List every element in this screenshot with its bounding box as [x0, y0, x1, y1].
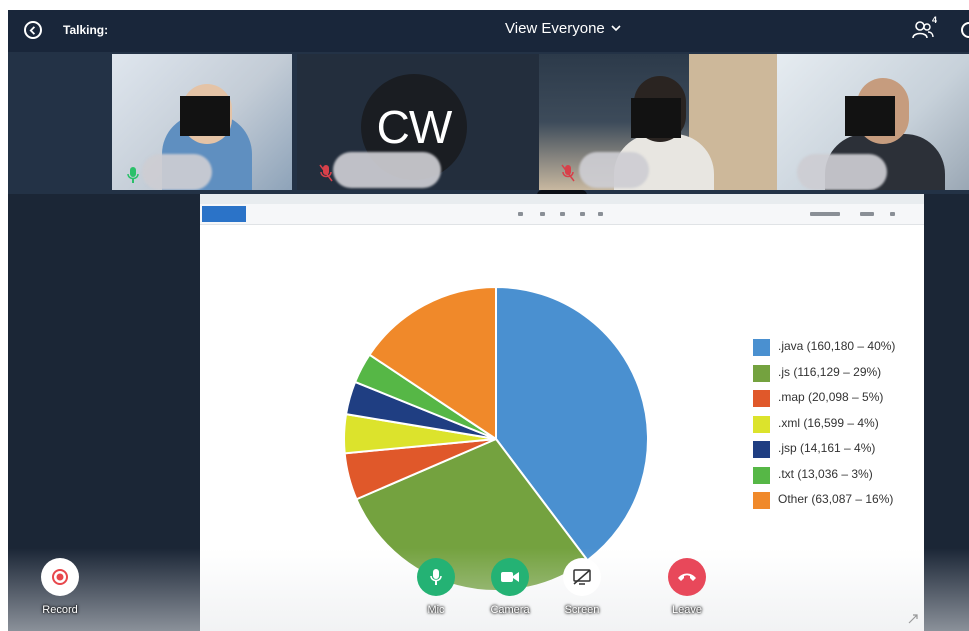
legend-item: .xml (16,599 – 4%)	[753, 415, 895, 442]
participant-name-redacted	[142, 154, 212, 190]
record-button[interactable]: Record	[25, 558, 95, 616]
legend-label: .txt (13,036 – 3%)	[778, 466, 873, 481]
legend-label: Other (63,087 – 16%)	[778, 492, 894, 506]
shared-window-button	[202, 206, 246, 222]
hang-up-icon	[678, 573, 696, 581]
legend-swatch	[753, 364, 770, 382]
leave-button[interactable]: Leave	[652, 558, 722, 616]
legend-label: .map (20,098 – 5%)	[778, 390, 884, 404]
camera-button[interactable]: Camera	[475, 558, 545, 616]
participant-tile-2[interactable]: CW	[297, 54, 539, 190]
participant-name-redacted	[579, 152, 649, 188]
shared-window-titlebar	[200, 194, 924, 204]
participant-name-redacted	[797, 154, 887, 190]
settings-icon[interactable]	[961, 22, 969, 38]
legend-label: .js (116,129 – 29%)	[778, 364, 882, 379]
view-everyone-dropdown[interactable]: View Everyone	[505, 20, 621, 37]
toolbar-icon	[860, 212, 874, 216]
toolbar-icon	[518, 212, 523, 216]
legend-item: .txt (13,036 – 3%)	[753, 466, 895, 493]
toolbar-icon	[598, 212, 603, 216]
legend-swatch	[753, 339, 770, 356]
toolbar-icon	[580, 212, 585, 216]
legend-swatch	[753, 441, 770, 458]
screen-share-button[interactable]: Screen	[547, 558, 617, 616]
legend-swatch	[753, 415, 770, 433]
legend-item: .js (116,129 – 29%)	[753, 364, 895, 391]
redaction-box	[180, 96, 230, 136]
legend-label: .jsp (14,161 – 4%)	[778, 441, 876, 455]
chevron-down-icon	[611, 25, 621, 32]
redaction-box	[631, 98, 681, 138]
legend-item: .jsp (14,161 – 4%)	[753, 441, 895, 467]
chart-legend: .java (160,180 – 40%) .js (116,129 – 29%)…	[753, 339, 895, 518]
redaction-box	[845, 96, 895, 136]
legend-item: .java (160,180 – 40%)	[753, 339, 895, 365]
record-icon	[52, 569, 68, 585]
legend-swatch	[753, 390, 770, 407]
screen-share-icon	[573, 569, 591, 585]
mic-button[interactable]: Mic	[401, 558, 471, 616]
participant-name-redacted	[333, 152, 441, 188]
leave-label: Leave	[672, 604, 702, 616]
view-everyone-label: View Everyone	[505, 20, 605, 37]
video-call-app: Talking: View Everyone 4 CW .java (160,1…	[8, 10, 969, 631]
legend-swatch	[753, 492, 770, 509]
mic-muted-icon	[319, 164, 333, 182]
record-label: Record	[42, 604, 78, 616]
legend-item: Other (63,087 – 16%)	[753, 492, 895, 518]
people-icon[interactable]	[912, 20, 934, 40]
screen-label: Screen	[564, 604, 600, 616]
participant-tile-1[interactable]	[112, 54, 292, 190]
mic-muted-icon	[561, 164, 575, 182]
participant-tile-4[interactable]	[777, 54, 969, 190]
legend-label: .xml (16,599 – 4%)	[778, 415, 879, 430]
legend-swatch	[753, 466, 770, 484]
camera-icon	[501, 572, 519, 582]
top-bar: Talking: View Everyone 4	[8, 10, 969, 52]
toolbar-icon	[890, 212, 895, 216]
talking-label: Talking:	[63, 23, 109, 37]
mic-on-icon	[127, 167, 139, 183]
participants-count: 4	[932, 15, 938, 25]
toolbar-icon	[560, 212, 565, 216]
info-circle-icon[interactable]	[24, 21, 42, 39]
legend-label: .java (160,180 – 40%)	[778, 339, 896, 353]
toolbar-icon	[540, 212, 545, 216]
legend-item: .map (20,098 – 5%)	[753, 390, 895, 416]
mic-icon	[430, 569, 442, 585]
participant-tile-3[interactable]	[539, 54, 777, 190]
shared-window-toolbar	[200, 204, 924, 225]
mic-label: Mic	[427, 604, 445, 616]
camera-label: Camera	[490, 604, 530, 616]
participants-strip: CW	[8, 52, 969, 194]
toolbar-icon	[810, 212, 840, 216]
